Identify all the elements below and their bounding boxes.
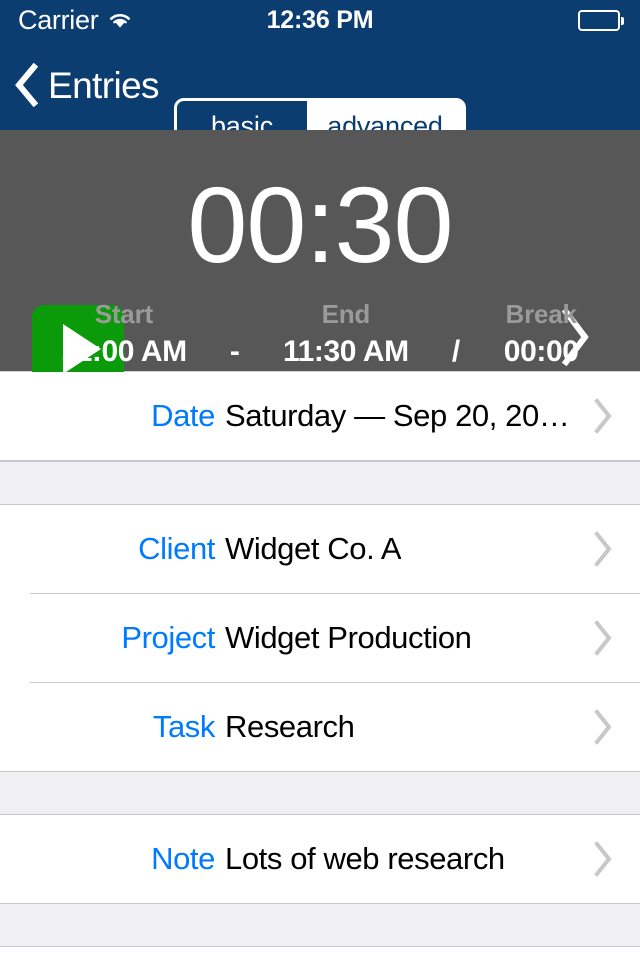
note-chevron-icon <box>592 840 614 878</box>
timer-panel: 00:30 Start 11:00 AM - End 11:30 AM / Br… <box>0 130 640 393</box>
note-value: Lots of web research <box>225 841 505 876</box>
project-label: Project <box>121 620 215 655</box>
break-separator: / <box>451 334 461 368</box>
end-time-group[interactable]: End 11:30 AM <box>256 298 436 370</box>
group-gap-3 <box>0 903 640 947</box>
row-project[interactable]: Project Widget Production <box>0 594 640 682</box>
entry-detail-list: Date Saturday — Sep 20, 2014 Client Widg… <box>0 372 640 960</box>
end-value: 11:30 AM <box>282 334 409 368</box>
row-client[interactable]: Client Widget Co. A <box>0 505 640 593</box>
navigation-bar: Entries basic advanced <box>0 40 640 154</box>
start-value: 11:00 AM <box>60 334 187 368</box>
date-chevron-icon <box>592 397 614 435</box>
timer-duration: 00:30 <box>187 164 453 285</box>
row-task[interactable]: Task Research <box>0 683 640 771</box>
client-value: Widget Co. A <box>225 531 402 566</box>
client-chevron-icon <box>592 530 614 568</box>
note-label: Note <box>151 841 215 876</box>
break-time-group[interactable]: Break 00:00 <box>476 298 606 370</box>
chevron-left-icon <box>14 62 40 108</box>
project-chevron-icon <box>592 619 614 657</box>
client-label: Client <box>138 531 215 566</box>
start-time-group[interactable]: Start 11:00 AM <box>34 298 214 370</box>
status-bar: Carrier 12:36 PM <box>0 0 640 40</box>
group-gap-2 <box>0 771 640 815</box>
back-button[interactable]: Entries <box>14 40 160 130</box>
end-label: End <box>321 299 371 329</box>
range-separator: - <box>229 334 240 368</box>
task-chevron-icon <box>592 708 614 746</box>
task-value: Research <box>225 709 355 744</box>
status-bar-clock: 12:36 PM <box>266 6 374 34</box>
date-group: Date Saturday — Sep 20, 2014 <box>0 372 640 461</box>
note-group: Note Lots of web research <box>0 815 640 903</box>
app-screen: Carrier 12:36 PM Entries basic advanced … <box>0 0 640 960</box>
project-value: Widget Production <box>225 620 472 655</box>
row-date[interactable]: Date Saturday — Sep 20, 2014 <box>0 372 640 460</box>
date-value: Saturday — Sep 20, 2014 <box>225 398 570 433</box>
row-note[interactable]: Note Lots of web research <box>0 815 640 903</box>
battery-icon <box>578 10 624 31</box>
date-label: Date <box>151 398 215 433</box>
group-gap-1 <box>0 461 640 505</box>
task-label: Task <box>152 709 216 744</box>
back-button-label: Entries <box>48 64 160 106</box>
client-project-task-group: Client Widget Co. A Project Widget Produ… <box>0 505 640 771</box>
break-label: Break <box>505 299 577 329</box>
break-value: 00:00 <box>503 334 579 368</box>
timer-times-row: Start 11:00 AM - End 11:30 AM / Break 00… <box>0 298 640 370</box>
list-footer <box>0 947 640 960</box>
start-label: Start <box>94 299 153 329</box>
